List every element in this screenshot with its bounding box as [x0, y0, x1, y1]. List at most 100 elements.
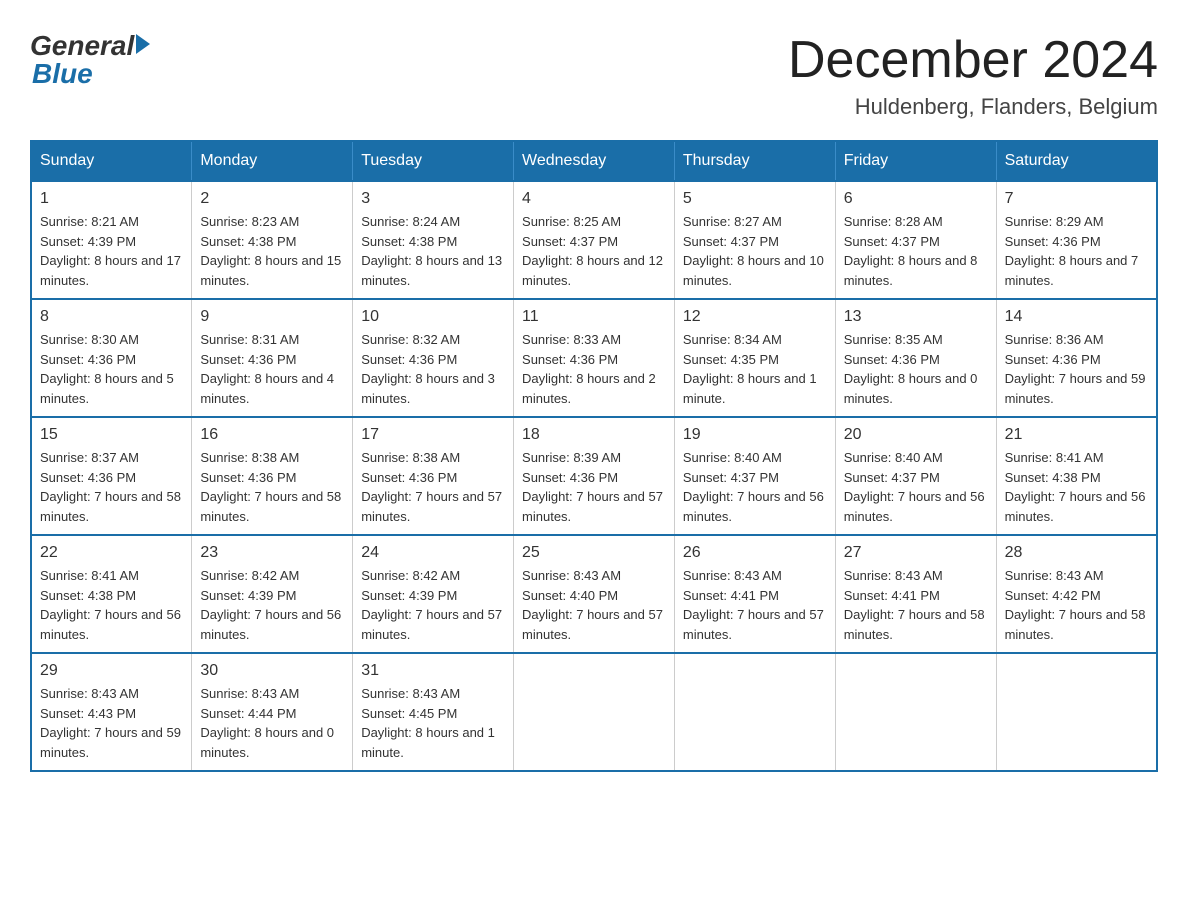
- calendar-day-cell: 7 Sunrise: 8:29 AM Sunset: 4:36 PM Dayli…: [996, 181, 1157, 299]
- day-info: Sunrise: 8:43 AM Sunset: 4:41 PM Dayligh…: [683, 566, 827, 644]
- calendar-week-row: 29 Sunrise: 8:43 AM Sunset: 4:43 PM Dayl…: [31, 653, 1157, 771]
- calendar-day-cell: 8 Sunrise: 8:30 AM Sunset: 4:36 PM Dayli…: [31, 299, 192, 417]
- day-info: Sunrise: 8:43 AM Sunset: 4:40 PM Dayligh…: [522, 566, 666, 644]
- day-number: 16: [200, 426, 344, 444]
- day-number: 24: [361, 544, 505, 562]
- header-sunday: Sunday: [31, 141, 192, 181]
- day-number: 26: [683, 544, 827, 562]
- day-info: Sunrise: 8:35 AM Sunset: 4:36 PM Dayligh…: [844, 330, 988, 408]
- calendar-day-cell: 3 Sunrise: 8:24 AM Sunset: 4:38 PM Dayli…: [353, 181, 514, 299]
- header-thursday: Thursday: [674, 141, 835, 181]
- day-number: 3: [361, 190, 505, 208]
- day-number: 5: [683, 190, 827, 208]
- day-number: 14: [1005, 308, 1148, 326]
- day-info: Sunrise: 8:21 AM Sunset: 4:39 PM Dayligh…: [40, 212, 183, 290]
- day-info: Sunrise: 8:33 AM Sunset: 4:36 PM Dayligh…: [522, 330, 666, 408]
- header-tuesday: Tuesday: [353, 141, 514, 181]
- day-info: Sunrise: 8:36 AM Sunset: 4:36 PM Dayligh…: [1005, 330, 1148, 408]
- calendar-table: SundayMondayTuesdayWednesdayThursdayFrid…: [30, 140, 1158, 772]
- day-number: 13: [844, 308, 988, 326]
- calendar-day-cell: 26 Sunrise: 8:43 AM Sunset: 4:41 PM Dayl…: [674, 535, 835, 653]
- day-number: 9: [200, 308, 344, 326]
- header-friday: Friday: [835, 141, 996, 181]
- calendar-day-cell: 11 Sunrise: 8:33 AM Sunset: 4:36 PM Dayl…: [514, 299, 675, 417]
- day-info: Sunrise: 8:23 AM Sunset: 4:38 PM Dayligh…: [200, 212, 344, 290]
- day-number: 1: [40, 190, 183, 208]
- day-info: Sunrise: 8:24 AM Sunset: 4:38 PM Dayligh…: [361, 212, 505, 290]
- calendar-day-cell: 18 Sunrise: 8:39 AM Sunset: 4:36 PM Dayl…: [514, 417, 675, 535]
- day-info: Sunrise: 8:43 AM Sunset: 4:42 PM Dayligh…: [1005, 566, 1148, 644]
- day-number: 10: [361, 308, 505, 326]
- day-number: 25: [522, 544, 666, 562]
- day-info: Sunrise: 8:38 AM Sunset: 4:36 PM Dayligh…: [200, 448, 344, 526]
- calendar-day-cell: 12 Sunrise: 8:34 AM Sunset: 4:35 PM Dayl…: [674, 299, 835, 417]
- page-header: General Blue December 2024 Huldenberg, F…: [30, 30, 1158, 120]
- calendar-day-cell: 28 Sunrise: 8:43 AM Sunset: 4:42 PM Dayl…: [996, 535, 1157, 653]
- day-number: 7: [1005, 190, 1148, 208]
- day-number: 2: [200, 190, 344, 208]
- day-info: Sunrise: 8:34 AM Sunset: 4:35 PM Dayligh…: [683, 330, 827, 408]
- logo: General Blue: [30, 30, 150, 90]
- day-number: 19: [683, 426, 827, 444]
- calendar-day-cell: [514, 653, 675, 771]
- calendar-day-cell: 20 Sunrise: 8:40 AM Sunset: 4:37 PM Dayl…: [835, 417, 996, 535]
- calendar-day-cell: 1 Sunrise: 8:21 AM Sunset: 4:39 PM Dayli…: [31, 181, 192, 299]
- calendar-day-cell: 19 Sunrise: 8:40 AM Sunset: 4:37 PM Dayl…: [674, 417, 835, 535]
- day-number: 4: [522, 190, 666, 208]
- location-subtitle: Huldenberg, Flanders, Belgium: [788, 94, 1158, 120]
- day-info: Sunrise: 8:42 AM Sunset: 4:39 PM Dayligh…: [200, 566, 344, 644]
- calendar-day-cell: 14 Sunrise: 8:36 AM Sunset: 4:36 PM Dayl…: [996, 299, 1157, 417]
- day-info: Sunrise: 8:43 AM Sunset: 4:45 PM Dayligh…: [361, 684, 505, 762]
- day-number: 6: [844, 190, 988, 208]
- logo-arrow-icon: [136, 34, 150, 54]
- day-number: 18: [522, 426, 666, 444]
- day-info: Sunrise: 8:29 AM Sunset: 4:36 PM Dayligh…: [1005, 212, 1148, 290]
- calendar-day-cell: 16 Sunrise: 8:38 AM Sunset: 4:36 PM Dayl…: [192, 417, 353, 535]
- month-title: December 2024: [788, 30, 1158, 90]
- day-number: 17: [361, 426, 505, 444]
- calendar-header-row: SundayMondayTuesdayWednesdayThursdayFrid…: [31, 141, 1157, 181]
- calendar-day-cell: [996, 653, 1157, 771]
- header-monday: Monday: [192, 141, 353, 181]
- calendar-day-cell: 25 Sunrise: 8:43 AM Sunset: 4:40 PM Dayl…: [514, 535, 675, 653]
- calendar-day-cell: 17 Sunrise: 8:38 AM Sunset: 4:36 PM Dayl…: [353, 417, 514, 535]
- calendar-day-cell: 5 Sunrise: 8:27 AM Sunset: 4:37 PM Dayli…: [674, 181, 835, 299]
- calendar-day-cell: 2 Sunrise: 8:23 AM Sunset: 4:38 PM Dayli…: [192, 181, 353, 299]
- calendar-week-row: 15 Sunrise: 8:37 AM Sunset: 4:36 PM Dayl…: [31, 417, 1157, 535]
- day-info: Sunrise: 8:40 AM Sunset: 4:37 PM Dayligh…: [844, 448, 988, 526]
- day-info: Sunrise: 8:43 AM Sunset: 4:43 PM Dayligh…: [40, 684, 183, 762]
- day-number: 12: [683, 308, 827, 326]
- calendar-day-cell: 27 Sunrise: 8:43 AM Sunset: 4:41 PM Dayl…: [835, 535, 996, 653]
- calendar-day-cell: 30 Sunrise: 8:43 AM Sunset: 4:44 PM Dayl…: [192, 653, 353, 771]
- day-info: Sunrise: 8:30 AM Sunset: 4:36 PM Dayligh…: [40, 330, 183, 408]
- day-info: Sunrise: 8:38 AM Sunset: 4:36 PM Dayligh…: [361, 448, 505, 526]
- day-info: Sunrise: 8:32 AM Sunset: 4:36 PM Dayligh…: [361, 330, 505, 408]
- day-info: Sunrise: 8:42 AM Sunset: 4:39 PM Dayligh…: [361, 566, 505, 644]
- calendar-day-cell: 6 Sunrise: 8:28 AM Sunset: 4:37 PM Dayli…: [835, 181, 996, 299]
- calendar-day-cell: 24 Sunrise: 8:42 AM Sunset: 4:39 PM Dayl…: [353, 535, 514, 653]
- day-info: Sunrise: 8:28 AM Sunset: 4:37 PM Dayligh…: [844, 212, 988, 290]
- title-block: December 2024 Huldenberg, Flanders, Belg…: [788, 30, 1158, 120]
- day-number: 29: [40, 662, 183, 680]
- calendar-day-cell: [674, 653, 835, 771]
- header-wednesday: Wednesday: [514, 141, 675, 181]
- day-number: 8: [40, 308, 183, 326]
- day-info: Sunrise: 8:43 AM Sunset: 4:44 PM Dayligh…: [200, 684, 344, 762]
- day-number: 11: [522, 308, 666, 326]
- calendar-day-cell: 23 Sunrise: 8:42 AM Sunset: 4:39 PM Dayl…: [192, 535, 353, 653]
- logo-blue-text: Blue: [30, 58, 93, 90]
- day-info: Sunrise: 8:27 AM Sunset: 4:37 PM Dayligh…: [683, 212, 827, 290]
- day-number: 27: [844, 544, 988, 562]
- day-number: 23: [200, 544, 344, 562]
- day-info: Sunrise: 8:39 AM Sunset: 4:36 PM Dayligh…: [522, 448, 666, 526]
- calendar-week-row: 1 Sunrise: 8:21 AM Sunset: 4:39 PM Dayli…: [31, 181, 1157, 299]
- calendar-day-cell: 4 Sunrise: 8:25 AM Sunset: 4:37 PM Dayli…: [514, 181, 675, 299]
- day-info: Sunrise: 8:31 AM Sunset: 4:36 PM Dayligh…: [200, 330, 344, 408]
- calendar-day-cell: 31 Sunrise: 8:43 AM Sunset: 4:45 PM Dayl…: [353, 653, 514, 771]
- day-info: Sunrise: 8:40 AM Sunset: 4:37 PM Dayligh…: [683, 448, 827, 526]
- calendar-day-cell: 15 Sunrise: 8:37 AM Sunset: 4:36 PM Dayl…: [31, 417, 192, 535]
- day-number: 21: [1005, 426, 1148, 444]
- calendar-day-cell: [835, 653, 996, 771]
- header-saturday: Saturday: [996, 141, 1157, 181]
- day-info: Sunrise: 8:43 AM Sunset: 4:41 PM Dayligh…: [844, 566, 988, 644]
